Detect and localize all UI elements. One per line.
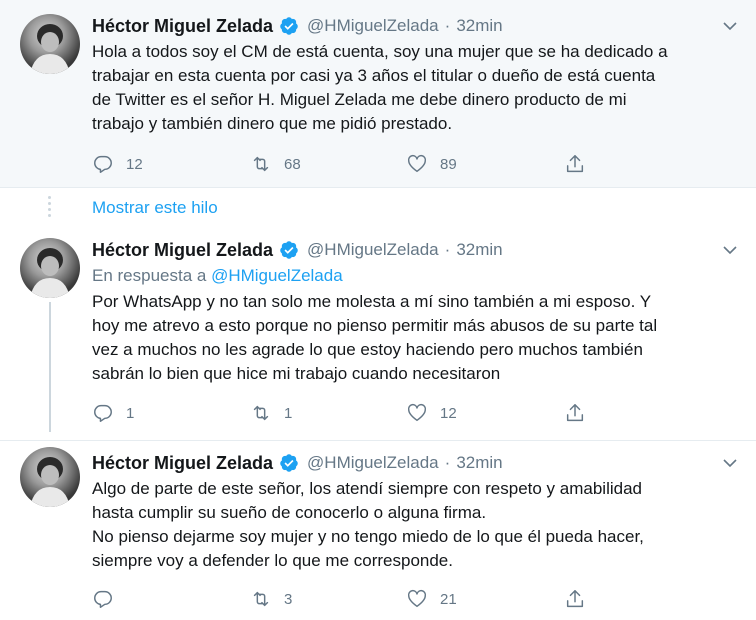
reply-icon xyxy=(94,590,112,608)
retweet-button[interactable]: 68 xyxy=(250,151,301,177)
verified-badge-icon xyxy=(280,17,298,35)
tweet-1[interactable]: Héctor Miguel Zelada @HMiguelZelada · 32… xyxy=(0,0,756,188)
retweet-icon xyxy=(253,405,269,421)
tweet-text: Por WhatsApp y no tan solo me molesta a … xyxy=(92,292,658,383)
tweet-actions: 12 68 89 xyxy=(92,151,592,177)
avatar[interactable] xyxy=(20,238,80,298)
like-icon xyxy=(407,589,427,608)
chevron-down-icon[interactable] xyxy=(722,18,738,34)
share-icon xyxy=(566,155,584,173)
retweet-count: 3 xyxy=(284,590,293,608)
timestamp[interactable]: 32min xyxy=(456,240,502,260)
timestamp[interactable]: 32min xyxy=(456,16,502,36)
tweet-actions: 1 1 12 xyxy=(92,400,592,426)
verified-badge-icon xyxy=(280,241,298,259)
retweet-icon xyxy=(253,156,269,172)
like-icon xyxy=(407,403,427,422)
reply-count: 1 xyxy=(126,404,135,422)
thread-line xyxy=(49,302,51,432)
reply-prefix: En respuesta a xyxy=(92,266,212,285)
like-button[interactable]: 21 xyxy=(406,586,457,612)
chevron-down-icon[interactable] xyxy=(722,242,738,258)
reply-button[interactable]: 1 xyxy=(92,400,134,426)
like-button[interactable]: 89 xyxy=(406,151,457,177)
reply-count: 12 xyxy=(126,155,143,173)
avatar[interactable] xyxy=(20,447,80,507)
author-handle[interactable]: @HMiguelZelada xyxy=(307,240,439,260)
verified-badge-icon xyxy=(280,454,298,472)
author-handle[interactable]: @HMiguelZelada xyxy=(307,16,439,36)
reply-icon xyxy=(94,404,112,422)
avatar[interactable] xyxy=(20,14,80,74)
retweet-button[interactable]: 1 xyxy=(250,400,292,426)
reply-handle-link[interactable]: @HMiguelZelada xyxy=(211,266,343,285)
reply-context: En respuesta a @HMiguelZelada xyxy=(92,266,343,286)
timestamp[interactable]: 32min xyxy=(456,453,502,473)
like-count: 21 xyxy=(440,590,457,608)
share-icon xyxy=(566,404,584,422)
separator: · xyxy=(444,240,451,259)
tweet-text: Algo de parte de este señor, los atendí … xyxy=(92,479,644,570)
share-button[interactable] xyxy=(564,151,586,177)
share-icon xyxy=(566,590,584,608)
reply-icon xyxy=(94,155,112,173)
show-thread-link[interactable]: Mostrar este hilo xyxy=(92,198,218,218)
share-button[interactable] xyxy=(564,586,586,612)
chevron-down-icon[interactable] xyxy=(722,455,738,471)
tweet-text: Hola a todos soy el CM de está cuenta, s… xyxy=(92,42,668,133)
share-button[interactable] xyxy=(564,400,586,426)
like-icon xyxy=(407,154,427,173)
like-count: 89 xyxy=(440,155,457,173)
tweet-2[interactable]: Héctor Miguel Zelada @HMiguelZelada · 32… xyxy=(0,232,756,439)
retweet-button[interactable]: 3 xyxy=(250,586,292,612)
author-handle[interactable]: @HMiguelZelada xyxy=(307,453,439,473)
author-name[interactable]: Héctor Miguel Zelada xyxy=(92,453,273,474)
tweet-actions: 3 21 xyxy=(92,586,592,612)
retweet-count: 68 xyxy=(284,155,301,173)
retweet-icon xyxy=(253,591,269,607)
like-count: 12 xyxy=(440,404,457,422)
like-button[interactable]: 12 xyxy=(406,400,457,426)
separator: · xyxy=(444,453,451,472)
reply-button[interactable] xyxy=(92,586,126,612)
thread-dots xyxy=(48,196,52,224)
author-name[interactable]: Héctor Miguel Zelada xyxy=(92,16,273,37)
retweet-count: 1 xyxy=(284,404,293,422)
separator: · xyxy=(444,16,451,35)
reply-button[interactable]: 12 xyxy=(92,151,143,177)
author-name[interactable]: Héctor Miguel Zelada xyxy=(92,240,273,261)
tweet-3[interactable]: Héctor Miguel Zelada @HMiguelZelada · 32… xyxy=(0,440,756,620)
